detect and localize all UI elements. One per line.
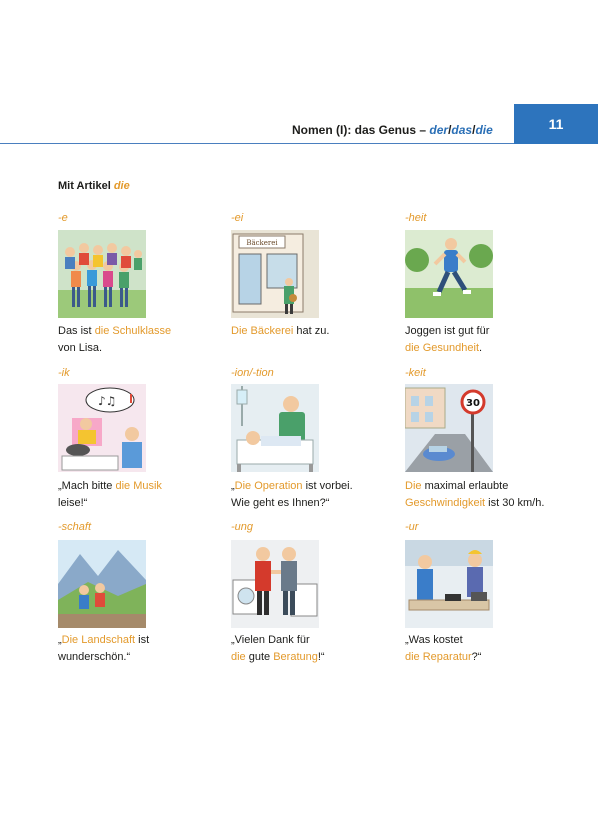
caption-text: „Was kostet <box>405 634 463 646</box>
caption-text: hat zu. <box>293 325 330 337</box>
article-das: das <box>451 123 473 137</box>
hospital-illustration <box>231 384 319 472</box>
caption-text: „Vielen Dank für <box>231 634 310 646</box>
landscape-illustration <box>58 540 146 628</box>
speed-limit-illustration: 30 <box>405 384 493 472</box>
caption-text: von Lisa. <box>58 342 103 354</box>
caption-text: ist 30 km/h. <box>485 497 545 509</box>
music-illustration: ♪♫ <box>58 384 146 472</box>
section-title-article: die <box>113 180 130 192</box>
caption-text: „Mach bitte <box>58 480 116 492</box>
consultation-illustration <box>231 540 319 628</box>
page-number: 11 <box>548 116 564 132</box>
caption-highlight: Die Bäckerei <box>231 325 294 337</box>
caption: „Die Operation ist vorbei. Wie geht es I… <box>231 478 353 512</box>
suffix-label: -ei <box>231 212 244 224</box>
suffix-label: -ung <box>231 521 254 533</box>
article-der: der <box>429 123 449 137</box>
caption-text: wunderschön.“ <box>58 651 131 663</box>
caption-highlight: Geschwindigkeit <box>405 497 486 509</box>
section-title: Mit Artikel die <box>58 180 130 192</box>
caption-text: leise!“ <box>58 497 88 509</box>
caption: Die Bäckerei hat zu. <box>231 323 329 340</box>
caption-text: !“ <box>317 651 325 663</box>
suffix-label: -e <box>58 212 68 224</box>
caption-text: ist vorbei. <box>302 480 353 492</box>
caption: „Mach bitte die Musik leise!“ <box>58 478 162 512</box>
caption-highlight: Die Landschaft <box>61 634 136 646</box>
caption: Joggen ist gut für die Gesundheit. <box>405 323 489 357</box>
suffix-label: -ion/-tion <box>231 367 274 379</box>
bakery-illustration: Bäckerei <box>231 230 319 318</box>
chapter-title-text: Nomen (I): das Genus – <box>292 123 427 137</box>
school-class-illustration <box>58 230 146 318</box>
suffix-label: -keit <box>405 367 426 379</box>
article-die: die <box>475 123 493 137</box>
caption-text: . <box>479 342 483 354</box>
caption-highlight: die Musik <box>115 480 162 492</box>
speed-sign-text: 30 <box>466 398 480 409</box>
caption-text: ist <box>135 634 150 646</box>
caption-text: Wie geht es Ihnen?“ <box>231 497 330 509</box>
caption: „Vielen Dank für die gute Beratung!“ <box>231 632 325 666</box>
suffix-label: -schaft <box>58 521 92 533</box>
caption-text: maximal erlaubte <box>421 480 509 492</box>
caption-text: Joggen ist gut für <box>405 325 490 337</box>
caption-text: Das ist <box>58 325 95 337</box>
suffix-label: -ik <box>58 367 70 379</box>
caption: Das ist die Schulklasse von Lisa. <box>58 323 171 357</box>
caption-text: gute <box>245 651 274 663</box>
caption-highlight: Die Operation <box>234 480 303 492</box>
header-rule <box>0 143 514 144</box>
caption: „Was kostet die Reparatur?“ <box>405 632 481 666</box>
shop-sign: Bäckerei <box>246 239 278 247</box>
suffix-label: -heit <box>405 212 427 224</box>
caption-highlight: die Reparatur <box>405 651 472 663</box>
caption-highlight: Die <box>405 480 422 492</box>
chapter-title: Nomen (I): das Genus – der/das/die <box>292 123 493 137</box>
suffix-label: -ur <box>405 521 419 533</box>
caption-text: ?“ <box>471 651 482 663</box>
caption-highlight: die Gesundheit <box>405 342 479 354</box>
caption: „Die Landschaft ist wunderschön.“ <box>58 632 149 666</box>
caption-highlight: die <box>231 651 246 663</box>
svg-text:♪♫: ♪♫ <box>98 394 116 408</box>
caption-highlight: Beratung <box>273 651 318 663</box>
repair-shop-illustration <box>405 540 493 628</box>
caption-highlight: die Schulklasse <box>94 325 172 337</box>
jogger-illustration <box>405 230 493 318</box>
caption: Die maximal erlaubte Geschwindigkeit ist… <box>405 478 544 512</box>
section-title-text: Mit Artikel <box>58 180 111 192</box>
